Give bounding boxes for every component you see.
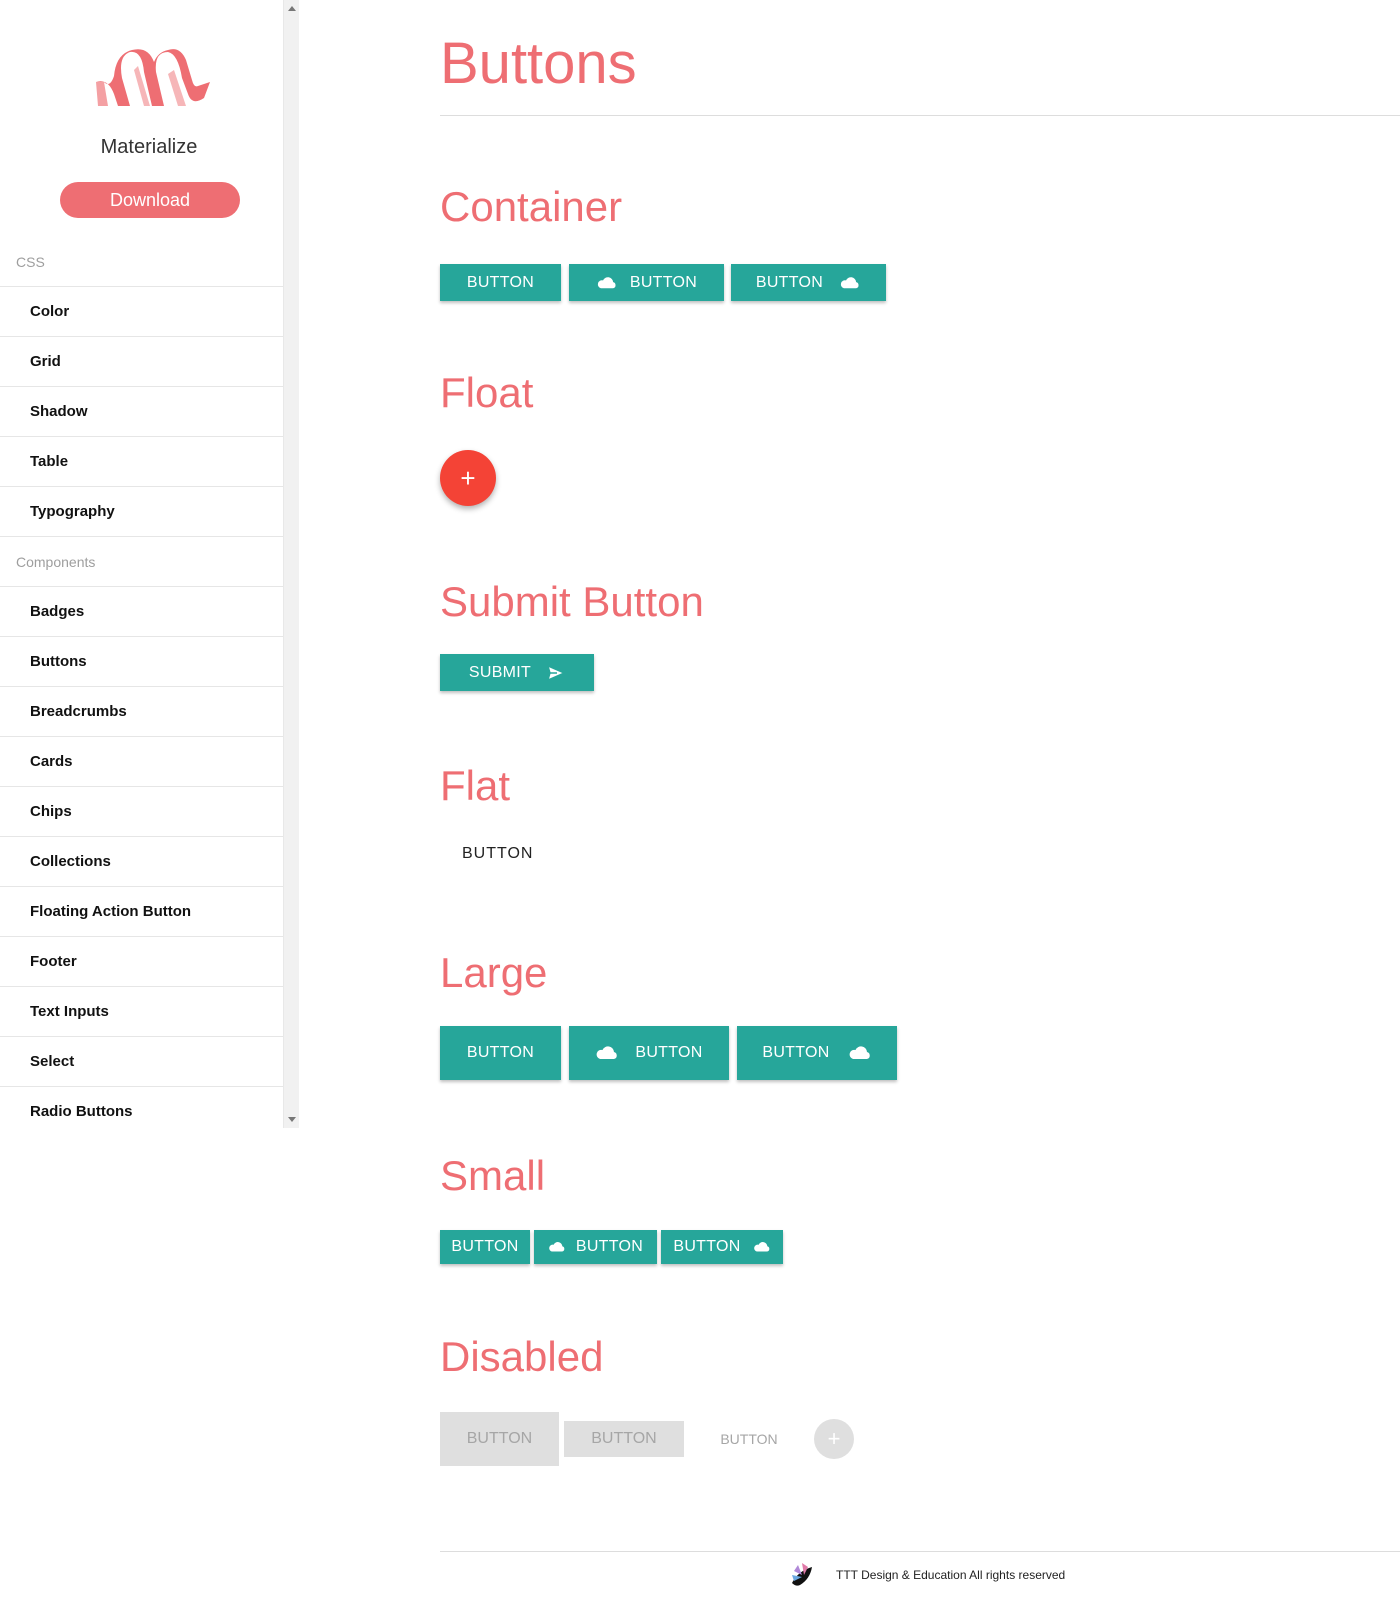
flat-button[interactable]: BUTTON <box>462 845 533 863</box>
large-button-icon-left[interactable]: BUTTON <box>569 1026 729 1080</box>
sidebar-scrollbar[interactable] <box>283 0 299 1128</box>
scroll-down-arrow-icon[interactable] <box>288 1117 296 1122</box>
button-label: BUTTON <box>635 1044 703 1061</box>
cloud-icon <box>549 1242 565 1252</box>
section-title-float: Float <box>440 369 534 416</box>
small-button-icon-right[interactable]: BUTTON <box>661 1230 783 1264</box>
container-button-icon-right[interactable]: BUTTON <box>731 264 886 301</box>
sidebar-item-badges[interactable]: Badges <box>0 587 283 637</box>
small-button-icon-left[interactable]: BUTTON <box>534 1230 657 1264</box>
sidebar-item-grid[interactable]: Grid <box>0 337 283 387</box>
large-button[interactable]: BUTTON <box>440 1026 561 1080</box>
button-label: BUTTON <box>451 1238 519 1255</box>
section-title-disabled: Disabled <box>440 1333 604 1380</box>
floating-add-button[interactable]: + <box>440 450 496 506</box>
button-label: BUTTON <box>466 1430 533 1447</box>
container-buttons: BUTTON BUTTON BUTTON <box>440 264 886 301</box>
ttt-logo-icon <box>792 1563 812 1586</box>
send-icon <box>547 664 566 681</box>
sidebar-item-typography[interactable]: Typography <box>0 487 283 537</box>
sidebar-item-collections[interactable]: Collections <box>0 837 283 887</box>
scroll-up-arrow-icon[interactable] <box>288 6 296 11</box>
container-button[interactable]: BUTTON <box>440 264 561 301</box>
sidebar-item-select[interactable]: Select <box>0 1037 283 1087</box>
cloud-icon <box>597 276 616 288</box>
section-title-submit: Submit Button <box>440 578 704 625</box>
button-label: BUTTON <box>720 1431 778 1447</box>
sidebar-item-buttons[interactable]: Buttons <box>0 637 283 687</box>
button-label: BUTTON <box>762 1044 830 1061</box>
footer: TTT Design & Education All rights reserv… <box>788 1561 1065 1589</box>
button-label: BUTTON <box>673 1238 741 1255</box>
sidebar-item-table[interactable]: Table <box>0 437 283 487</box>
section-title-flat: Flat <box>440 762 511 809</box>
sidebar-section-css: CSS <box>0 237 283 287</box>
section-title-small: Small <box>440 1152 546 1199</box>
section-title-large: Large <box>440 949 548 996</box>
sidebar-item-breadcrumbs[interactable]: Breadcrumbs <box>0 687 283 737</box>
disabled-flat-button: BUTTON <box>704 1421 794 1457</box>
sidebar-item-footer[interactable]: Footer <box>0 937 283 987</box>
sidebar: Materialize Download CSS Color Grid Shadow T… <box>0 0 283 1128</box>
button-label: BUTTON <box>466 273 535 291</box>
disabled-buttons: BUTTON BUTTON BUTTON + <box>440 1412 854 1466</box>
brand-name: Materialize <box>100 136 198 158</box>
disabled-large-button: BUTTON <box>440 1412 559 1466</box>
submit-row: SUBMIT <box>440 654 594 691</box>
button-label: BUTTON <box>755 273 824 291</box>
large-button-icon-right[interactable]: BUTTON <box>737 1026 897 1080</box>
page-title: Buttons <box>440 31 637 96</box>
sidebar-item-color[interactable]: Color <box>0 287 283 337</box>
cloud-icon <box>841 276 859 288</box>
sidebar-item-text-inputs[interactable]: Text Inputs <box>0 987 283 1037</box>
cloud-icon <box>849 1046 870 1059</box>
footer-text: TTT Design & Education All rights reserv… <box>836 1568 1066 1582</box>
footer-divider <box>440 1551 1400 1552</box>
disabled-floating-button: + <box>814 1419 854 1459</box>
sidebar-item-chips[interactable]: Chips <box>0 787 283 837</box>
disabled-button: BUTTON <box>564 1421 684 1457</box>
cloud-icon <box>753 1242 769 1252</box>
sidebar-item-radio-buttons[interactable]: Radio Buttons <box>0 1087 283 1128</box>
button-label: BUTTON <box>575 1238 644 1255</box>
button-label: BUTTON <box>466 1044 535 1061</box>
cloud-icon <box>596 1046 618 1059</box>
title-divider <box>440 115 1400 116</box>
container-button-icon-left[interactable]: BUTTON <box>569 264 724 301</box>
large-buttons: BUTTON BUTTON BUTTON <box>440 1026 897 1080</box>
download-button[interactable]: Download <box>60 182 240 218</box>
sidebar-section-components: Components <box>0 537 283 587</box>
sidebar-item-floating-action-button[interactable]: Floating Action Button <box>0 887 283 937</box>
submit-button[interactable]: SUBMIT <box>440 654 594 691</box>
materialize-logo <box>96 49 210 106</box>
submit-label: SUBMIT <box>468 663 532 681</box>
button-label: BUTTON <box>591 1430 657 1447</box>
small-button[interactable]: BUTTON <box>440 1230 530 1264</box>
sidebar-item-shadow[interactable]: Shadow <box>0 387 283 437</box>
section-title-container: Container <box>440 183 623 230</box>
button-label: BUTTON <box>629 273 698 291</box>
sidebar-item-cards[interactable]: Cards <box>0 737 283 787</box>
main-content: Buttons Container BUTTON BUTTON BUTTON F… <box>440 0 1400 1604</box>
small-buttons: BUTTON BUTTON BUTTON <box>440 1230 783 1264</box>
sidebar-nav: CSS Color Grid Shadow Table Typography Compone… <box>0 237 283 1128</box>
